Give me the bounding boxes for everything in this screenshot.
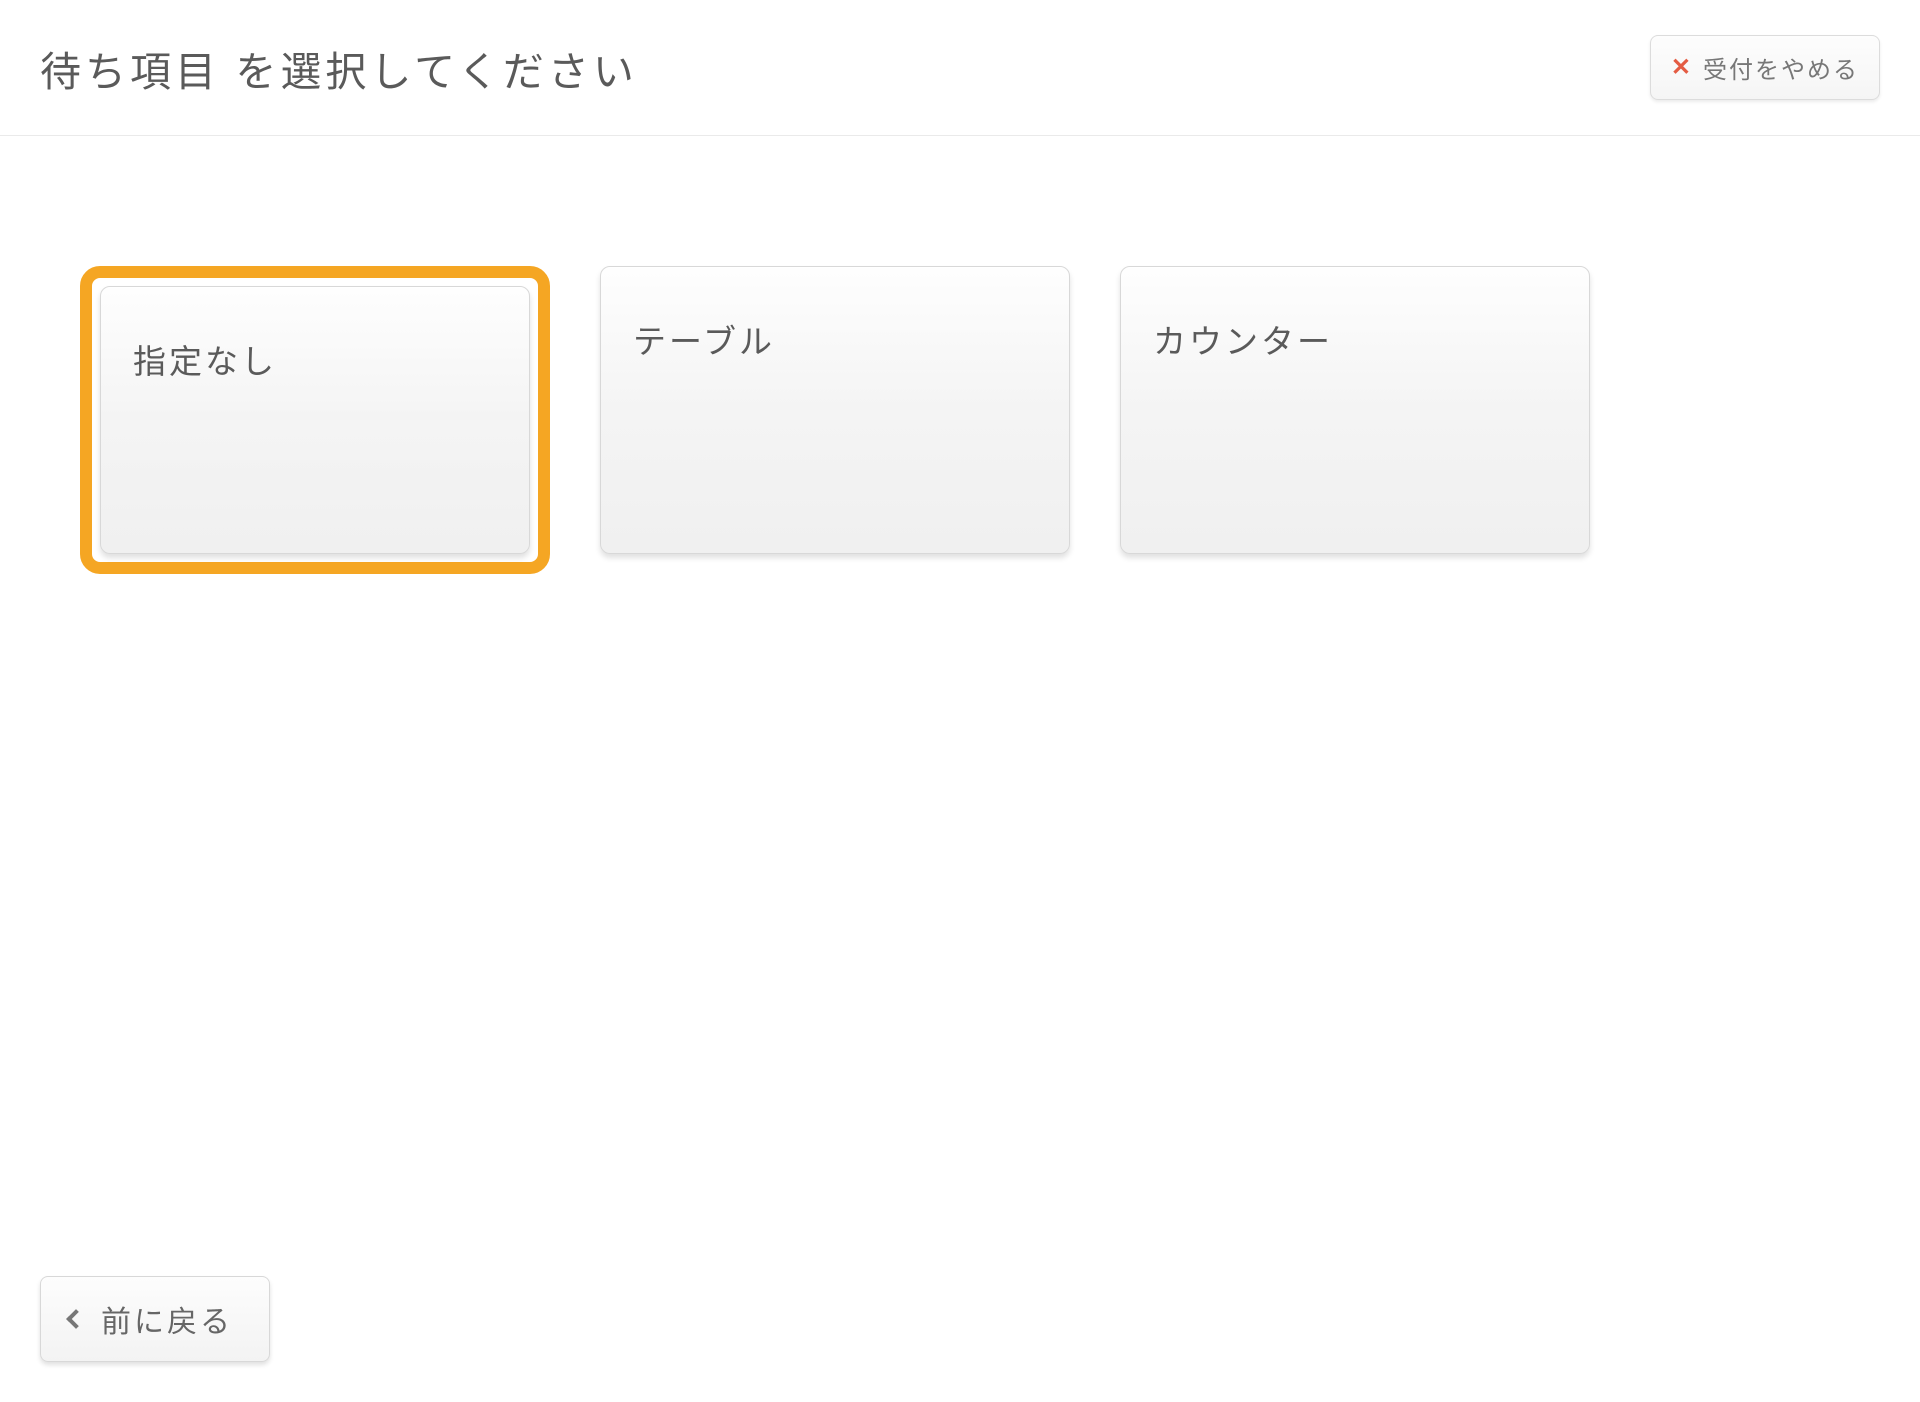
option-card[interactable]: 指定なし [100, 286, 530, 554]
options-container: 指定なし テーブル カウンター [0, 136, 1920, 614]
option-card[interactable]: テーブル [600, 266, 1070, 554]
option-counter[interactable]: カウンター [1120, 266, 1590, 574]
close-icon: ✕ [1671, 56, 1693, 80]
option-label: 指定なし [133, 335, 497, 383]
chevron-left-icon [66, 1309, 86, 1329]
cancel-button-label: 受付をやめる [1703, 50, 1859, 85]
back-button-label: 前に戻る [101, 1297, 233, 1341]
cancel-reception-button[interactable]: ✕ 受付をやめる [1650, 35, 1880, 100]
option-label: テーブル [633, 315, 1037, 363]
option-label: カウンター [1153, 315, 1557, 363]
option-table[interactable]: テーブル [600, 266, 1070, 574]
option-no-preference[interactable]: 指定なし [80, 266, 550, 574]
option-card[interactable]: カウンター [1120, 266, 1590, 554]
footer: 前に戻る [40, 1276, 270, 1362]
header: 待ち項目 を選択してください ✕ 受付をやめる [0, 0, 1920, 136]
back-button[interactable]: 前に戻る [40, 1276, 270, 1362]
page-title: 待ち項目 を選択してください [40, 38, 638, 98]
